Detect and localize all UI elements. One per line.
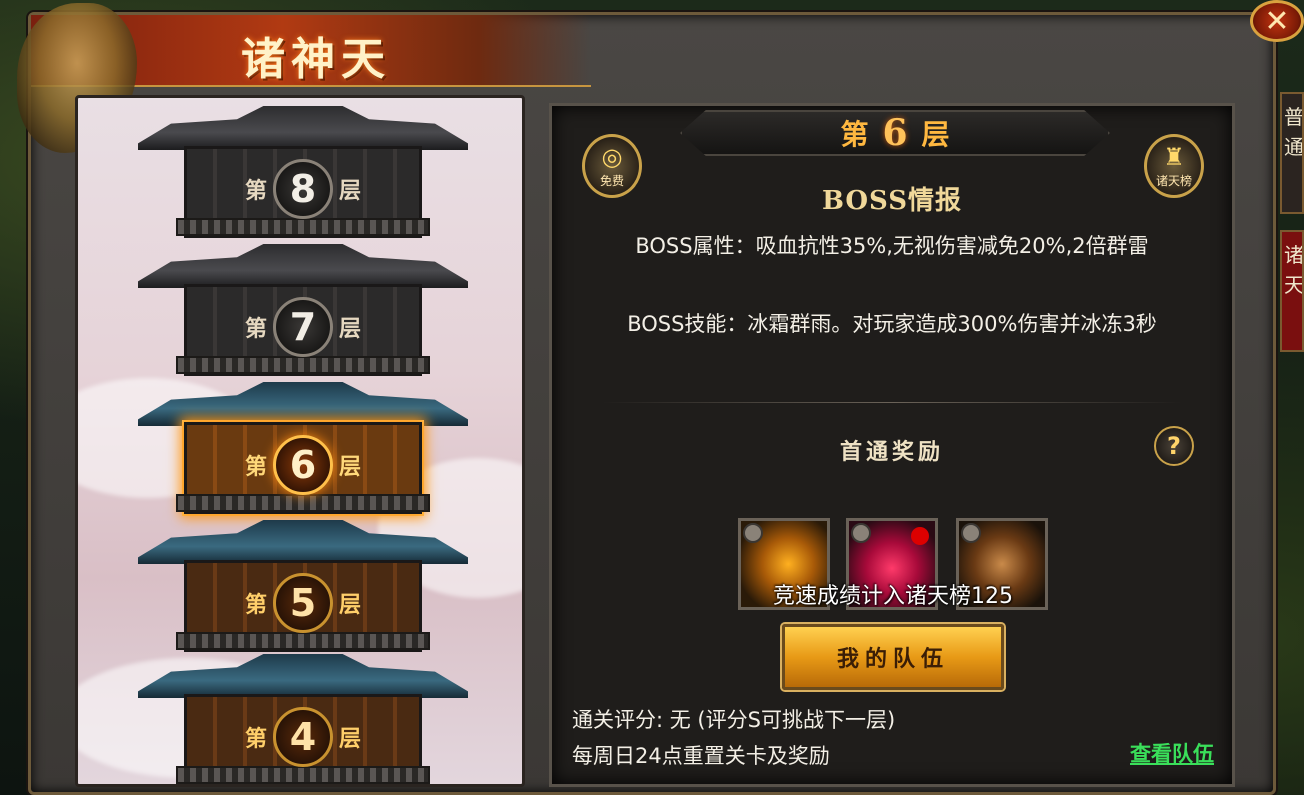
- tower-floor-7[interactable]: 第 7 层: [138, 244, 468, 382]
- roof: [138, 106, 468, 150]
- floor-prefix: 第: [244, 592, 267, 618]
- floor-rail: [176, 356, 430, 374]
- floor-number: 5: [273, 573, 333, 633]
- tower-floor-6[interactable]: 第 6 层: [138, 382, 468, 520]
- floor-number: 8: [273, 159, 333, 219]
- floor-rail: [176, 494, 430, 512]
- first-clear-reward-title: 首通奖励: [839, 439, 944, 465]
- floor-prefix: 第: [244, 178, 267, 204]
- floor-suffix: 层: [339, 592, 362, 618]
- tower-floor-5[interactable]: 第 5 层: [138, 520, 468, 658]
- roof: [138, 654, 468, 698]
- side-tab-normal-label: 普通: [1284, 105, 1304, 159]
- pagoda-glyph: ♜: [1163, 142, 1185, 171]
- floor-number: 6: [273, 435, 333, 495]
- boss-info-title: BOSS情报: [821, 186, 963, 216]
- floor-prefix: 第: [244, 316, 267, 342]
- clear-rating: 通关评分: 无 (评分S可挑战下一层): [572, 708, 896, 732]
- reset-note: 每周日24点重置关卡及奖励: [572, 744, 830, 768]
- floor-rail: [176, 218, 430, 236]
- tower-floor-4[interactable]: 第 4 层: [138, 654, 468, 784]
- tower-panel: 第 8 层 第 7 层 第 6 层 第 5 层 第 4 层: [75, 95, 525, 787]
- zhushentian-window: 诸神天 第 8 层 第 7 层 第 6 层 第 5 层 第 4 层 第 6 层 …: [17, 3, 1276, 795]
- swirl-glyph: ◎: [601, 142, 623, 171]
- help-button[interactable]: ?: [1154, 426, 1194, 466]
- my-team-button[interactable]: 我的队伍: [782, 624, 1004, 690]
- close-button[interactable]: ✕: [1250, 0, 1304, 42]
- floor-label: 第 5 层: [238, 572, 368, 634]
- divider: [602, 402, 1182, 403]
- layer-suffix: 层: [921, 118, 950, 151]
- side-tab-zhutian-label: 诸天: [1284, 243, 1304, 297]
- floor-label: 第 8 层: [238, 158, 368, 220]
- window-title: 诸神天: [241, 34, 391, 85]
- view-team-link[interactable]: 查看队伍: [1130, 738, 1214, 768]
- floor-label: 第 6 层: [238, 434, 368, 496]
- floor-rail: [176, 766, 430, 784]
- floor-rail: [176, 632, 430, 650]
- floor-number: 4: [273, 707, 333, 767]
- lock-icon: [851, 523, 871, 543]
- side-tab-zhutian[interactable]: 诸天: [1280, 230, 1304, 352]
- roof: [138, 382, 468, 426]
- floor-number: 7: [273, 297, 333, 357]
- tower-floor-8[interactable]: 第 8 层: [138, 106, 468, 244]
- lock-icon: [743, 523, 763, 543]
- layer-prefix: 第: [840, 118, 869, 151]
- current-layer-banner: 第 6 层: [680, 110, 1110, 156]
- boss-attributes: BOSS属性：吸血抗性35%,无视伤害减免20%,2倍群雷: [635, 234, 1149, 258]
- side-tab-normal[interactable]: 普通: [1280, 92, 1304, 214]
- lock-icon: [961, 523, 981, 543]
- floor-label: 第 7 层: [238, 296, 368, 358]
- floor-suffix: 层: [339, 726, 362, 752]
- floor-suffix: 层: [339, 178, 362, 204]
- floor-suffix: 层: [339, 316, 362, 342]
- floor-prefix: 第: [244, 454, 267, 480]
- boss-info-panel: 第 6 层 ◎ 免费 ♜ 诸天榜 BOSS情报 BOSS属性：吸血抗性35%,无…: [549, 103, 1235, 787]
- boss-skill: BOSS技能：冰霜群雨。对玩家造成300%伤害并冰冻3秒: [627, 312, 1157, 336]
- floor-label: 第 4 层: [238, 706, 368, 768]
- layer-number: 6: [882, 112, 908, 154]
- floor-prefix: 第: [244, 726, 267, 752]
- floor-suffix: 层: [339, 454, 362, 480]
- red-badge-icon: [911, 527, 929, 545]
- reward-note: 竞速成绩计入诸天榜125: [773, 584, 1013, 609]
- roof: [138, 244, 468, 288]
- roof: [138, 520, 468, 564]
